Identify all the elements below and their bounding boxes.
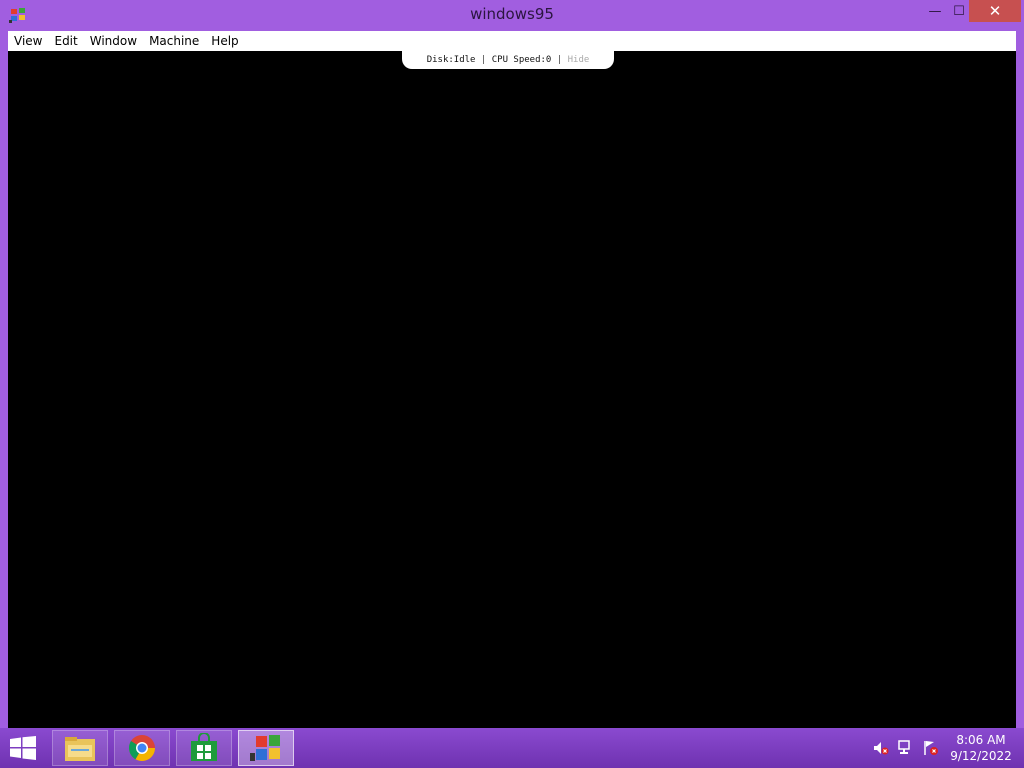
system-clock[interactable]: 8:06 AM 9/12/2022 [944,732,1018,764]
menu-machine[interactable]: Machine [143,31,205,51]
cpu-label: CPU Speed: [491,55,546,65]
close-button[interactable]: ✕ [969,0,1021,22]
taskbar-windows95[interactable] [238,730,294,766]
window-title: windows95 [470,5,554,23]
clock-time: 8:06 AM [956,733,1006,747]
menu-window[interactable]: Window [84,31,143,51]
menu-view[interactable]: View [8,31,48,51]
hide-link[interactable]: Hide [568,55,590,65]
separator: | [475,55,492,65]
windows-logo-icon [10,736,36,760]
windows95-icon [250,735,280,761]
chrome-icon [128,735,156,762]
disk-value: Idle [453,55,476,65]
maximize-button[interactable]: ☐ [949,0,969,22]
action-center-icon[interactable] [923,740,939,756]
folder-icon [65,737,95,761]
menu-bar: View Edit Window Machine Help [8,31,1016,51]
emulator-screen[interactable]: Disk: Idle | CPU Speed: 0 | Hide [8,51,1016,728]
minimize-button[interactable]: — [921,0,949,22]
disk-label: Disk: [426,55,454,65]
title-bar[interactable]: windows95 — ☐ ✕ [0,0,1024,30]
app-window: windows95 — ☐ ✕ View Edit Window Machine… [0,0,1024,728]
taskbar-store[interactable] [176,730,232,766]
taskbar: 8:06 AM 9/12/2022 [0,728,1024,768]
network-icon[interactable] [898,740,914,756]
taskbar-chrome[interactable] [114,730,170,766]
volume-muted-icon[interactable] [873,740,889,756]
status-pill: Disk: Idle | CPU Speed: 0 | Hide [402,51,614,69]
store-icon [191,733,217,761]
menu-edit[interactable]: Edit [48,31,83,51]
start-button[interactable] [6,734,40,762]
separator: | [551,55,568,65]
taskbar-file-explorer[interactable] [52,730,108,766]
menu-help[interactable]: Help [205,31,244,51]
clock-date: 9/12/2022 [950,749,1012,763]
